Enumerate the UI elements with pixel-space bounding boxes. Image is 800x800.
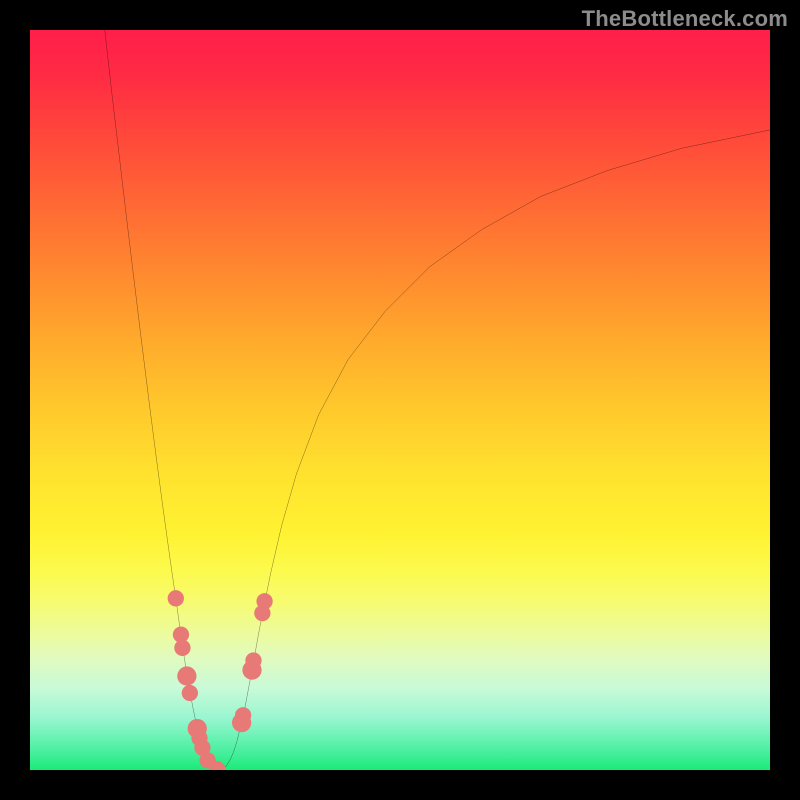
curve-svg <box>30 30 770 770</box>
right-curve <box>219 130 770 770</box>
chart-container: TheBottleneck.com <box>0 0 800 800</box>
data-marker <box>174 640 190 656</box>
data-marker <box>235 707 251 723</box>
plot-area <box>30 30 770 770</box>
data-marker <box>168 590 184 606</box>
data-marker <box>182 685 198 701</box>
watermark-text: TheBottleneck.com <box>582 6 788 32</box>
marker-group <box>168 590 273 770</box>
data-marker <box>177 666 196 685</box>
data-marker <box>245 652 261 668</box>
left-curve <box>105 30 219 770</box>
data-marker <box>256 593 272 609</box>
